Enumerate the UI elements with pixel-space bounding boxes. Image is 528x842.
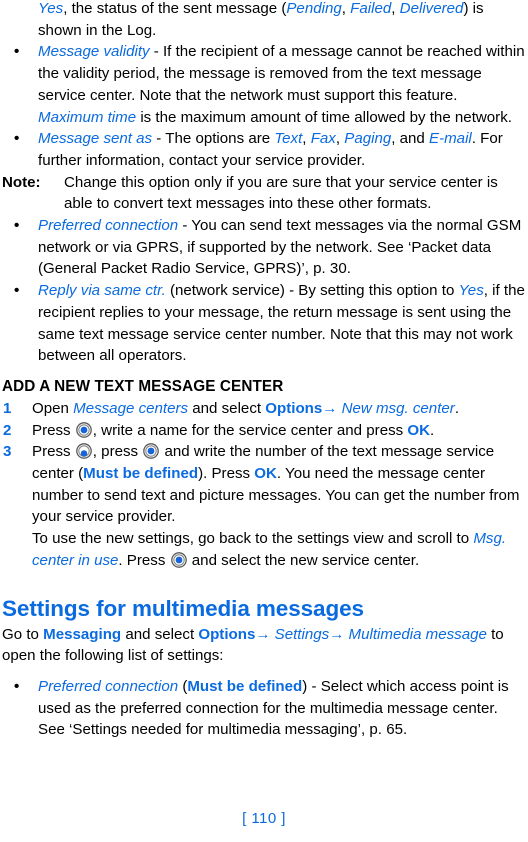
navi-key-icon	[170, 552, 187, 568]
final-note-b: . Press	[118, 551, 170, 569]
bullet-icon: •	[14, 677, 20, 695]
value-yes: Yes	[458, 282, 484, 300]
manual-page: Yes, the status of the sent message (Pen…	[0, 0, 528, 842]
list-item: • Message sent as - The options are Text,…	[0, 128, 528, 171]
step-text-b: and select	[188, 399, 266, 417]
bullet-icon: •	[14, 130, 20, 148]
step-number: 3	[3, 443, 12, 461]
value-pending: Pending	[286, 0, 342, 17]
option-paging: Paging	[344, 130, 392, 148]
sep-3: , and	[391, 130, 430, 148]
setting-body-b: is the maximum amount of time allowed by…	[136, 108, 512, 126]
menu-options: Options	[265, 399, 323, 417]
page-number: [ 110 ]	[242, 810, 286, 828]
continued-paragraph: Yes, the status of the sent message (Pen…	[0, 0, 528, 41]
section-heading-add-center: ADD A NEW TEXT MESSAGE CENTER	[2, 377, 284, 395]
sep-1: ,	[302, 130, 311, 148]
list-item: • Preferred connection (Must be defined) …	[0, 676, 528, 741]
option-fax: Fax	[310, 130, 336, 148]
page-content: Yes, the status of the sent message (Pen…	[0, 0, 528, 741]
section-heading-multimedia: Settings for multimedia messages	[2, 595, 364, 621]
final-note-a: To use the new settings, go back to the …	[32, 530, 474, 548]
option-text: Text	[274, 130, 303, 148]
sep-1: ,	[341, 0, 351, 17]
navi-key-icon	[75, 421, 92, 438]
step-text-a: Press	[32, 421, 75, 439]
value-yes: Yes	[38, 0, 64, 17]
setting-term-maximum-time: Maximum time	[38, 108, 137, 126]
intro-b: and select	[121, 625, 199, 643]
sep-2: ,	[335, 130, 345, 148]
setting-term-preferred-connection: Preferred connection	[38, 677, 179, 695]
value-failed: Failed	[350, 0, 392, 17]
list-item: • Preferred connection - You can send tex…	[0, 215, 528, 280]
navi-key-icon	[143, 443, 160, 460]
value-must-be-defined: Must be defined	[83, 465, 199, 483]
step-text-b: , press	[92, 443, 143, 461]
step-text-b: , write a name for the service center an…	[92, 421, 408, 439]
note-body: Change this option only if you are sure …	[64, 173, 498, 213]
navi-key-down-icon	[75, 443, 92, 460]
menu-message-centers: Message centers	[73, 399, 189, 417]
bullet-icon: •	[14, 217, 20, 235]
setting-a: (	[178, 677, 188, 695]
note-block: Note: Change this option only if you are …	[0, 172, 528, 215]
menu-options: Options	[198, 625, 256, 643]
list-item: 1 Open Message centers and select Options…	[0, 398, 528, 420]
value-must-be-defined: Must be defined	[187, 677, 303, 695]
multimedia-intro-paragraph: Go to Messaging and select Options→ Sett…	[0, 624, 528, 667]
setting-term-reply-via-same-ctr: Reply via same ctr.	[38, 282, 166, 300]
list-item: • Message validity - If the recipient of …	[0, 41, 528, 128]
list-item: 3 Press , press and write the number of t…	[0, 441, 528, 528]
app-messaging: Messaging	[43, 625, 122, 643]
setting-term-preferred-connection: Preferred connection	[38, 217, 179, 235]
final-note-c: and select the new service center.	[187, 551, 420, 569]
setting-term-message-validity: Message validity	[38, 43, 150, 61]
setting-body-a: - The options are	[152, 130, 275, 148]
step-number: 1	[3, 399, 12, 417]
step-text-a: Press	[32, 443, 75, 461]
softkey-ok: OK	[254, 465, 277, 483]
menu-multimedia-message: Multimedia message	[348, 625, 487, 643]
arrow-right-icon: →	[255, 625, 271, 643]
note-label: Note:	[2, 173, 41, 191]
step-number: 2	[3, 421, 12, 439]
arrow-right-icon: →	[322, 399, 338, 417]
intro-a: Go to	[2, 625, 44, 643]
value-delivered: Delivered	[399, 0, 464, 17]
step-text-d: .	[454, 399, 460, 417]
setting-body-a: (network service) - By setting this opti…	[165, 282, 459, 300]
softkey-ok: OK	[407, 421, 431, 439]
bullet-icon: •	[14, 43, 20, 61]
step-text-d: ). Press	[198, 465, 255, 483]
option-email: E-mail	[429, 130, 472, 148]
final-note-paragraph: To use the new settings, go back to the …	[0, 528, 528, 571]
bullet-icon: •	[14, 282, 20, 300]
list-item: 2 Press , write a name for the service ce…	[0, 420, 528, 442]
step-text-a: Open	[32, 399, 74, 417]
arrow-right-icon: →	[329, 625, 345, 643]
menu-new-msg-center: New msg. center	[341, 399, 455, 417]
setting-term-message-sent-as: Message sent as	[38, 130, 153, 148]
sep-2: ,	[391, 0, 400, 17]
continued-text-1: , the status of the sent message (	[63, 0, 287, 17]
list-item: • Reply via same ctr. (network service) -…	[0, 280, 528, 367]
menu-settings: Settings	[274, 625, 330, 643]
step-text-c: .	[430, 421, 435, 439]
